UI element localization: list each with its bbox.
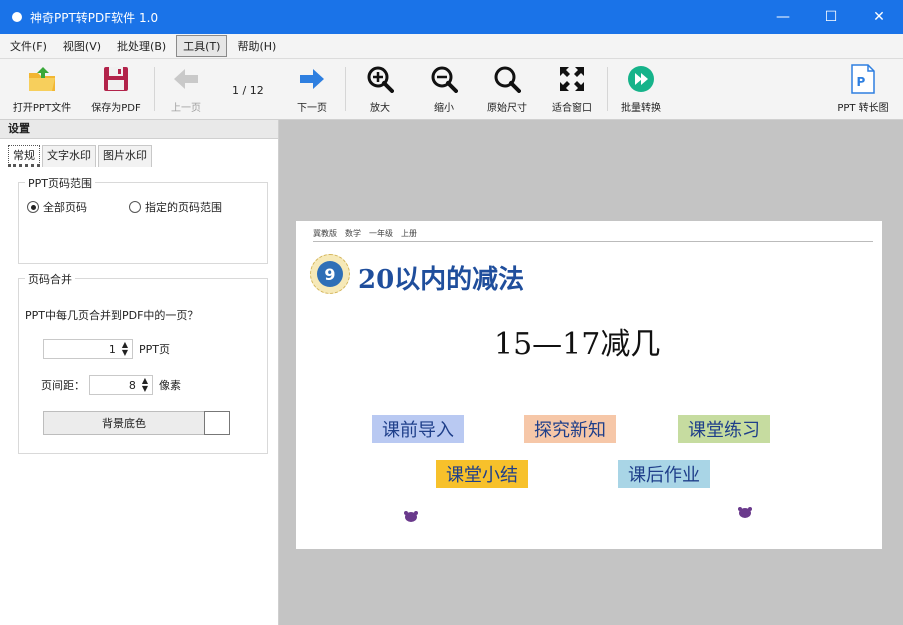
fit-window-button[interactable]: 适合窗口 — [544, 63, 600, 115]
stepper-arrows-icon[interactable]: ▲ ▼ — [142, 377, 148, 393]
minimize-button[interactable]: — — [759, 0, 807, 34]
chip-summary: 课堂小结 — [436, 460, 528, 488]
ppt-file-icon: P — [847, 63, 879, 95]
chip-practice: 课堂练习 — [678, 415, 770, 443]
stepper-arrows-icon[interactable]: ▲ ▼ — [122, 341, 128, 357]
folder-open-icon — [26, 63, 58, 95]
arrow-left-icon — [170, 63, 202, 95]
page-spacing-row: 页间距： 8 ▲ ▼ 像素 — [41, 375, 181, 395]
svg-text:P: P — [857, 75, 866, 89]
background-color-swatch[interactable] — [204, 411, 230, 435]
radio-unchecked-icon — [129, 201, 141, 213]
pages-per-sheet-row: 1 ▲ ▼ PPT页 — [43, 339, 170, 359]
zoom-out-icon — [428, 63, 460, 95]
chip-explore: 探究新知 — [524, 415, 616, 443]
toolbar-separator — [607, 67, 608, 111]
pages-per-sheet-stepper[interactable]: 1 ▲ ▼ — [43, 339, 133, 359]
toolbar-separator — [345, 67, 346, 111]
slide-header-text: 冀教版 数学 一年级 上册 — [313, 229, 417, 238]
zoom-out-button[interactable]: 缩小 — [422, 63, 466, 115]
slide-title: 15—17减几 — [494, 327, 661, 362]
bug-icon — [738, 507, 752, 518]
actual-size-button[interactable]: 原始尺寸 — [480, 63, 534, 115]
specified-range-radio[interactable]: 指定的页码范围 — [129, 199, 222, 215]
panel-header: 设置 — [0, 120, 278, 139]
lesson-title: 20以内的减法 — [358, 265, 525, 295]
close-button[interactable]: ✕ — [855, 0, 903, 34]
save-pdf-button[interactable]: 保存为PDF — [82, 63, 150, 115]
app-icon — [12, 12, 22, 22]
menu-view[interactable]: 视图(V) — [57, 36, 107, 56]
menu-help[interactable]: 帮助(H) — [231, 36, 282, 56]
title-bar: 神奇PPT转PDF软件 1.0 — ☐ ✕ — [0, 0, 903, 34]
slide-header-rule — [313, 241, 873, 242]
page-merge-group: 页码合并 PPT中每几页合并到PDF中的一页？ 1 ▲ ▼ PPT页 页间距： 8… — [18, 271, 268, 454]
next-page-button[interactable]: 下一页 — [290, 63, 334, 115]
toolbar: 打开PPT文件 保存为PDF 上一页 下一页 放大 缩小 原始尺寸 适合窗口 批… — [0, 59, 903, 120]
preview-area: 冀教版 数学 一年级 上册 9 20以内的减法 15—17减几 课前导入 探究新… — [279, 120, 903, 625]
all-pages-radio[interactable]: 全部页码 — [27, 199, 87, 215]
slide-preview: 冀教版 数学 一年级 上册 9 20以内的减法 15—17减几 课前导入 探究新… — [296, 221, 882, 549]
toolbar-separator — [154, 67, 155, 111]
zoom-in-icon — [364, 63, 396, 95]
ppt-to-long-image-button[interactable]: P PPT 转长图 — [830, 63, 896, 115]
floppy-disk-icon — [100, 63, 132, 95]
tab-text-watermark[interactable]: 文字水印 — [42, 145, 96, 167]
prev-page-button[interactable]: 上一页 — [164, 63, 208, 115]
menu-file[interactable]: 文件(F) — [4, 36, 53, 56]
page-merge-legend: 页码合并 — [25, 271, 75, 287]
arrow-right-icon — [296, 63, 328, 95]
tab-general[interactable]: 常规 — [8, 145, 40, 167]
page-range-legend: PPT页码范围 — [25, 175, 95, 191]
zoom-in-button[interactable]: 放大 — [358, 63, 402, 115]
tab-image-watermark[interactable]: 图片水印 — [98, 145, 152, 167]
page-spacing-stepper[interactable]: 8 ▲ ▼ — [89, 375, 153, 395]
fast-forward-icon — [625, 63, 657, 95]
open-ppt-button[interactable]: 打开PPT文件 — [6, 63, 78, 115]
merge-question: PPT中每几页合并到PDF中的一页？ — [25, 309, 199, 322]
bug-icon — [404, 511, 418, 522]
page-counter: 1 / 12 — [232, 84, 264, 97]
fit-window-icon — [556, 63, 588, 95]
lesson-number-badge: 9 — [310, 254, 350, 294]
settings-tabs: 常规 文字水印 图片水印 — [8, 145, 154, 167]
batch-convert-button[interactable]: 批量转换 — [614, 63, 668, 115]
chip-intro: 课前导入 — [372, 415, 464, 443]
maximize-button[interactable]: ☐ — [807, 0, 855, 34]
menu-batch[interactable]: 批处理(B) — [111, 36, 172, 56]
chip-homework: 课后作业 — [618, 460, 710, 488]
window-title: 神奇PPT转PDF软件 1.0 — [30, 10, 159, 25]
page-range-group: PPT页码范围 全部页码 指定的页码范围 — [18, 175, 268, 264]
menu-bar: 文件(F) 视图(V) 批处理(B) 工具(T) 帮助(H) — [0, 34, 903, 59]
radio-checked-icon — [27, 201, 39, 213]
magnifier-icon — [491, 63, 523, 95]
background-color-button[interactable]: 背景底色 — [43, 411, 205, 435]
menu-tools[interactable]: 工具(T) — [176, 35, 228, 57]
settings-panel: 设置 常规 文字水印 图片水印 PPT页码范围 全部页码 指定的页码范围 页码合… — [0, 120, 279, 625]
